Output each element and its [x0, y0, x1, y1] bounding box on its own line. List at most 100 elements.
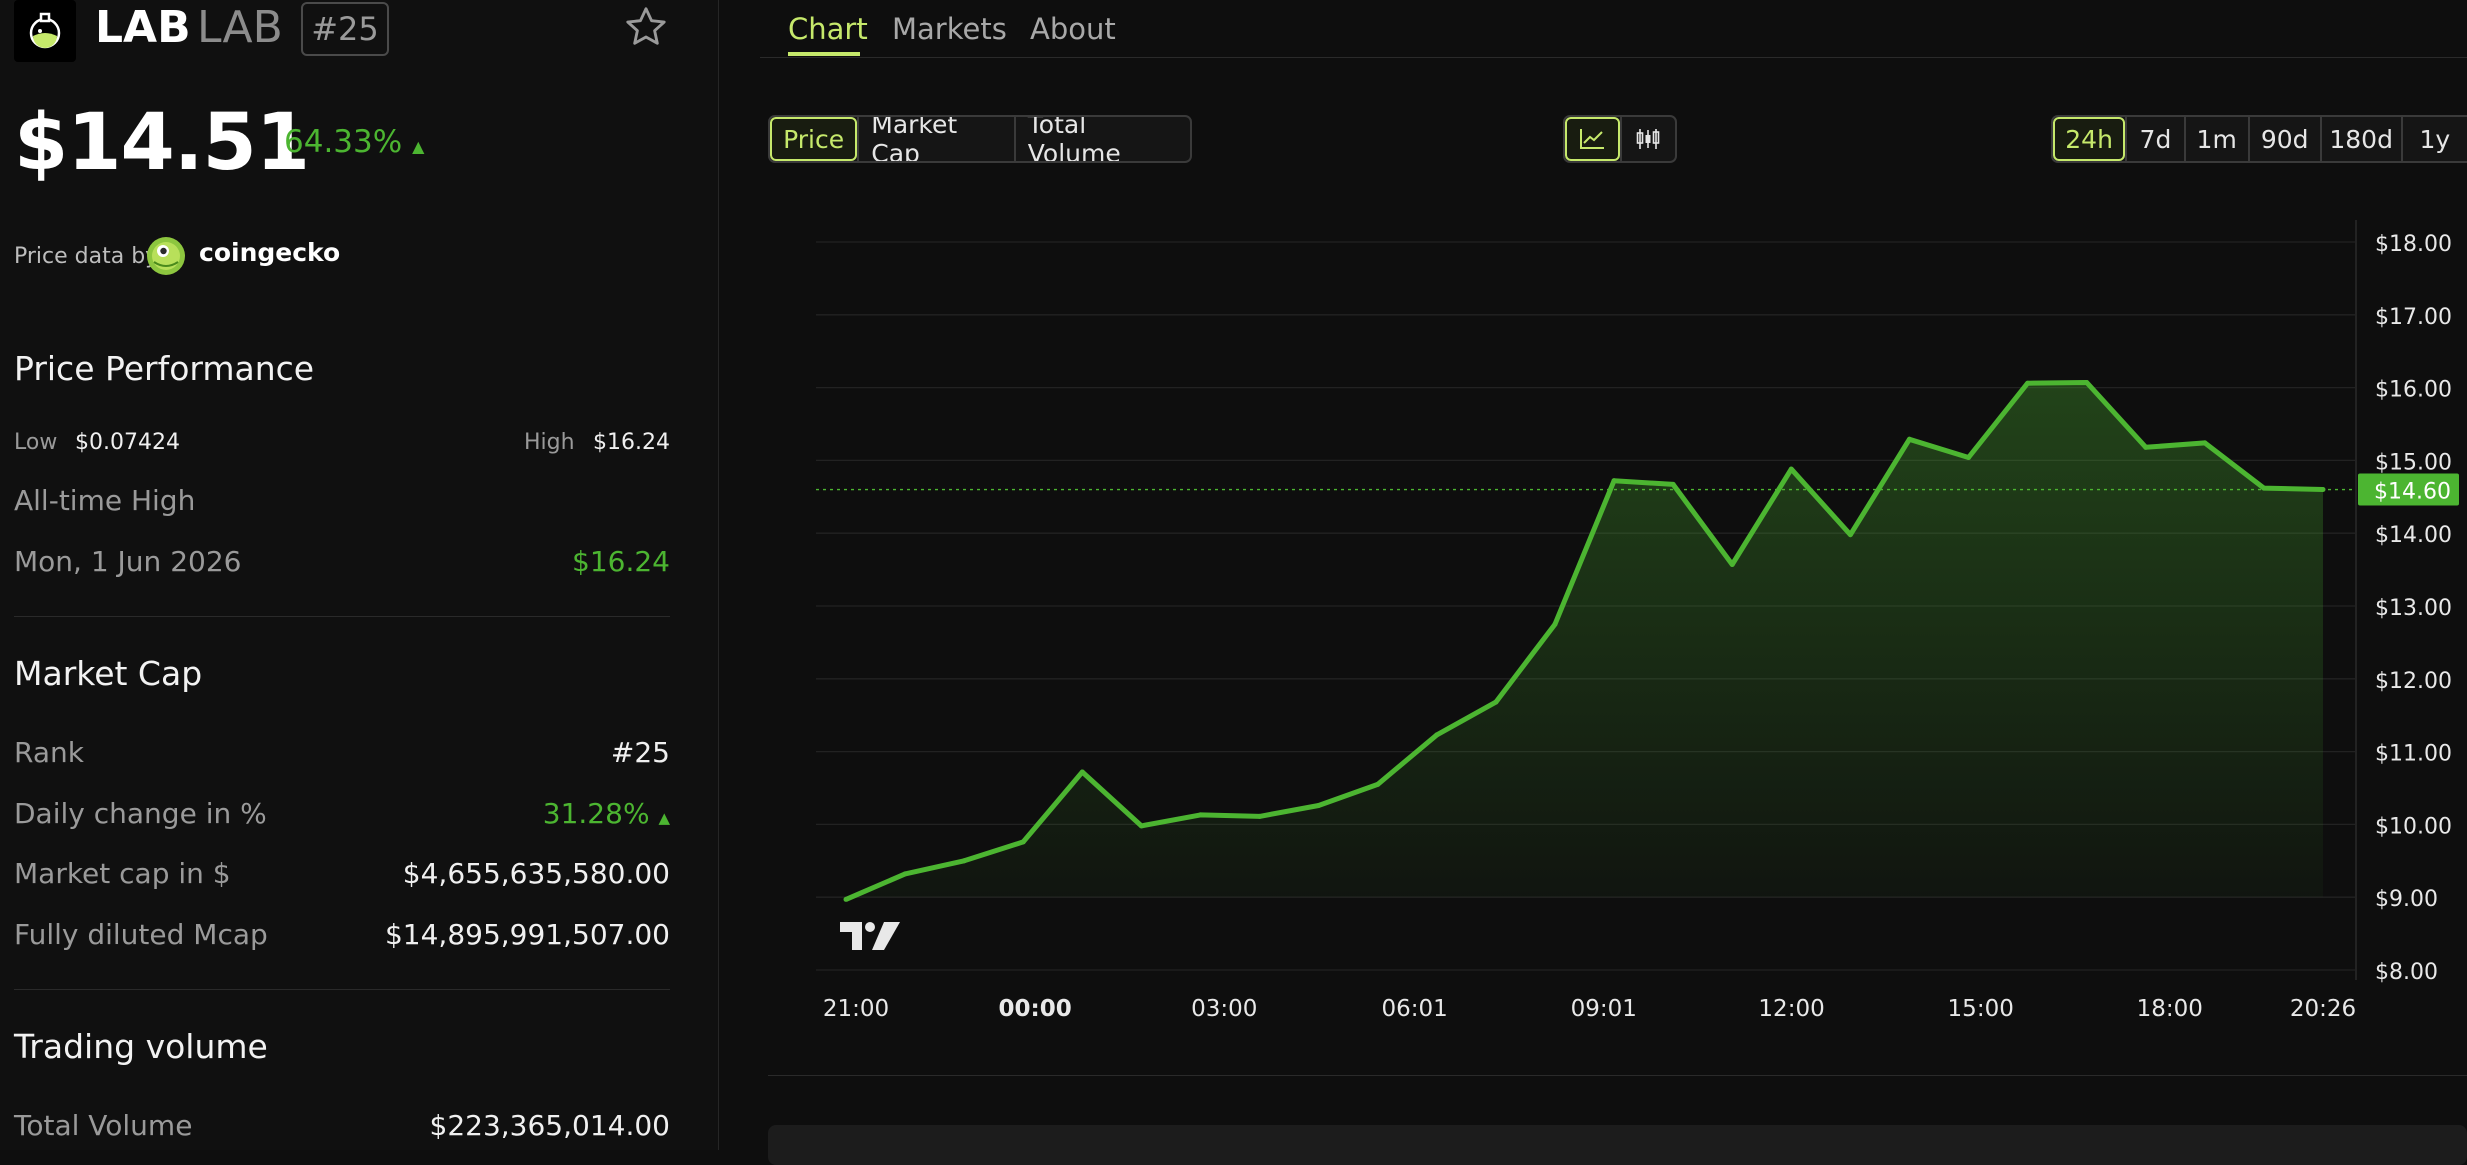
metric-selector: Price Market Cap Total Volume — [768, 115, 1192, 163]
y-axis: $18.00 $17.00 $16.00 $15.00 $14.00 $13.00 $12.… — [2355, 220, 2459, 985]
range-180d-button[interactable]: 180d — [2319, 117, 2401, 161]
y-tick-label: $18.00 — [2375, 232, 2452, 257]
range-7d-button[interactable]: 7d — [2125, 117, 2183, 161]
y-tick-label: $10.00 — [2375, 814, 2452, 839]
price-change: 64.33% ▲ — [284, 124, 424, 160]
range-90d-button[interactable]: 90d — [2247, 117, 2320, 161]
price-point — [2084, 380, 2090, 386]
y-tick-label: $17.00 — [2375, 305, 2452, 330]
star-icon[interactable] — [623, 4, 669, 50]
x-tick-label: 06:01 — [1381, 996, 1447, 1022]
total-volume-button[interactable]: Total Volume — [1013, 117, 1190, 161]
divider — [14, 616, 670, 617]
price-point — [961, 858, 967, 864]
market-cap-button[interactable]: Market Cap — [857, 117, 1013, 161]
active-tab-indicator — [788, 52, 860, 56]
price-point — [1257, 813, 1263, 819]
x-tick-label: 12:00 — [1758, 996, 1824, 1022]
divider — [14, 989, 670, 990]
ath-value: $16.24 — [572, 545, 670, 578]
price-point — [1552, 621, 1558, 627]
up-arrow-icon: ▲ — [658, 809, 670, 827]
price-point — [1493, 699, 1499, 705]
x-tick-label: 09:01 — [1571, 996, 1637, 1022]
price-point — [1434, 732, 1440, 738]
price-point — [2202, 440, 2208, 446]
range-1m-button[interactable]: 1m — [2183, 117, 2248, 161]
price-point — [1197, 812, 1203, 818]
high-label: High — [524, 430, 575, 455]
trading-volume-title: Trading volume — [14, 1027, 268, 1066]
x-tick-label: 20:26 — [2290, 996, 2356, 1022]
y-tick-label: $12.00 — [2375, 669, 2452, 694]
coingecko-logo-icon[interactable] — [146, 236, 186, 276]
price-point — [902, 871, 908, 877]
tab-markets[interactable]: Markets — [892, 12, 1007, 46]
coin-logo — [14, 0, 76, 62]
price-point — [1138, 823, 1144, 829]
price-point — [1375, 781, 1381, 787]
coin-symbol: LAB — [95, 2, 191, 53]
price-point — [2261, 485, 2267, 491]
price-button[interactable]: Price — [770, 117, 858, 161]
rank-badge: #25 — [301, 2, 389, 56]
ath-date: Mon, 1 Jun 2026 — [14, 545, 242, 578]
x-axis: 21:00 00:00 03:00 06:01 09:01 12:00 15:00 18:00… — [823, 996, 2356, 1022]
price-performance-title: Price Performance — [14, 349, 315, 388]
chart-bottom-divider — [768, 1075, 2467, 1076]
y-tick-label: $11.00 — [2375, 742, 2452, 767]
y-tick-label: $9.00 — [2375, 887, 2438, 912]
tradingview-logo-icon[interactable] — [840, 922, 900, 950]
market-cap-title: Market Cap — [14, 654, 203, 693]
y-tick-label: $15.00 — [2375, 450, 2452, 475]
fdv-label: Fully diluted Mcap — [14, 918, 268, 951]
coin-name: LAB — [197, 2, 283, 53]
y-tick-label: $16.00 — [2375, 378, 2452, 403]
price-point — [2320, 487, 2326, 493]
last-price-label: $14.60 — [2374, 480, 2451, 505]
low-label: Low — [14, 430, 58, 455]
price-point — [843, 896, 849, 902]
price-chart[interactable]: $18.00 $17.00 $16.00 $15.00 $14.00 $13.00 $12.… — [768, 200, 2467, 1030]
x-tick-label: 15:00 — [1948, 996, 2014, 1022]
x-tick-label: 03:00 — [1191, 996, 1257, 1022]
market-cap-label: Market cap in $ — [14, 857, 231, 890]
fdv-value: $14,895,991,507.00 — [384, 918, 670, 951]
daily-change-value: 31.28% — [542, 797, 650, 830]
provider-name[interactable]: coingecko — [199, 238, 340, 267]
next-section-card — [768, 1125, 2467, 1165]
high-value: $16.24 — [593, 430, 670, 455]
daily-change-label: Daily change in % — [14, 797, 267, 830]
daily-change: 31.28% ▲ — [543, 797, 670, 830]
tab-chart[interactable]: Chart — [788, 12, 868, 46]
price-point — [1847, 532, 1853, 538]
chart-type-selector — [1563, 115, 1677, 163]
candlestick-icon — [1637, 129, 1660, 149]
line-chart-button[interactable] — [1565, 117, 1620, 161]
total-volume-value: $223,365,014.00 — [429, 1109, 670, 1142]
y-tick-label: $8.00 — [2375, 960, 2438, 985]
current-price: $14.51 — [14, 98, 310, 188]
price-change-value: 64.33% — [284, 124, 403, 160]
price-point — [1788, 466, 1794, 472]
ath-label: All-time High — [14, 484, 196, 517]
y-tick-label: $13.00 — [2375, 596, 2452, 621]
range-1y-button[interactable]: 1y — [2400, 117, 2467, 161]
y-tick-label: $14.00 — [2375, 523, 2452, 548]
price-point — [1966, 454, 1972, 460]
price-point — [1729, 562, 1735, 568]
total-volume-label: Total Volume — [14, 1109, 193, 1142]
range-24h-button[interactable]: 24h — [2053, 117, 2126, 161]
chart-area-layer — [816, 380, 2356, 902]
price-point — [1020, 839, 1026, 845]
candlestick-button[interactable] — [1619, 117, 1675, 161]
price-point — [1611, 478, 1617, 484]
tab-about[interactable]: About — [1030, 12, 1116, 46]
flask-icon — [29, 12, 61, 49]
x-tick-label: 18:00 — [2137, 996, 2203, 1022]
price-point — [1670, 481, 1676, 487]
rank-value: #25 — [610, 736, 670, 769]
price-point — [2143, 444, 2149, 450]
low-value: $0.07424 — [75, 430, 180, 455]
coin-info-panel: LAB LAB #25 $14.51 64.33% ▲ Price data b… — [0, 0, 719, 1150]
